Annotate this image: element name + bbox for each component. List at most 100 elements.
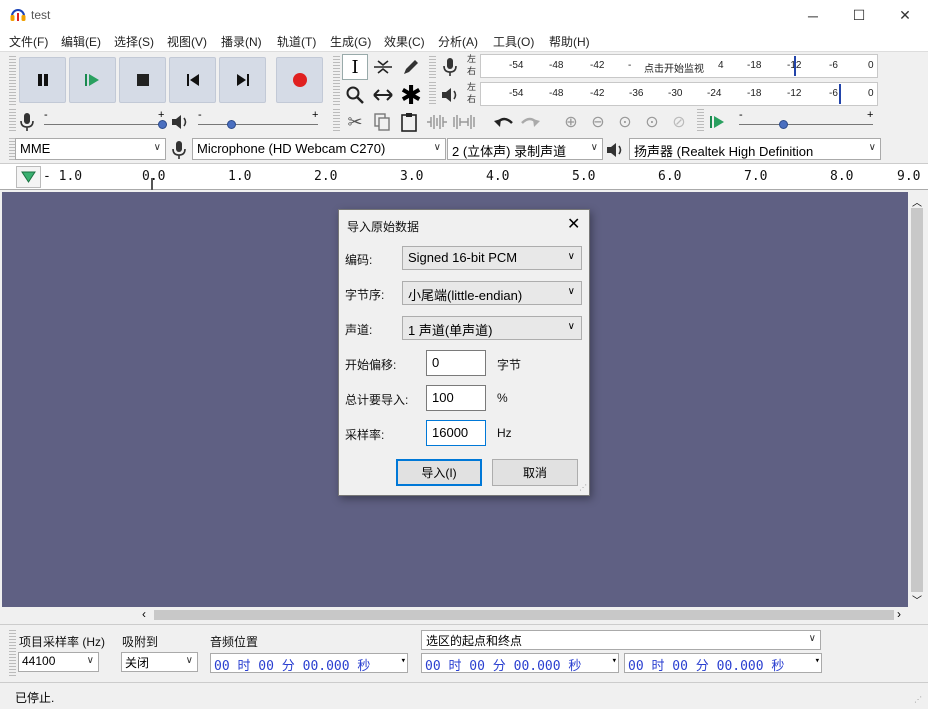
- resize-grip-icon[interactable]: ⋰: [579, 483, 587, 492]
- stop-button[interactable]: [119, 57, 166, 103]
- play-meter-grip[interactable]: [429, 82, 436, 104]
- scroll-right-icon[interactable]: ›: [897, 607, 901, 621]
- playback-volume-slider[interactable]: [198, 124, 318, 125]
- menu-edit[interactable]: 编辑(E): [61, 33, 101, 50]
- selection-tool[interactable]: I: [342, 54, 368, 80]
- zoom-in-button[interactable]: ⊕: [558, 109, 584, 135]
- channels-select[interactable]: 1 声道(单声道) ∨: [402, 316, 582, 340]
- rec-peak-marker: [794, 56, 796, 76]
- paste-button[interactable]: [396, 109, 422, 135]
- menu-tracks[interactable]: 轨道(T): [277, 33, 316, 50]
- fit-selection-button[interactable]: ⊙: [612, 109, 638, 135]
- silence-button[interactable]: [451, 109, 477, 135]
- zoom-toggle-icon: ⊘: [672, 114, 686, 131]
- start-offset-input[interactable]: 0: [426, 350, 486, 376]
- timeline-ruler[interactable]: - 1.0 0.0 1.0 2.0 3.0 4.0 5.0 6.0 7.0 8.…: [0, 163, 928, 190]
- playback-speed-slider[interactable]: [739, 124, 873, 125]
- audio-host-select[interactable]: MME ∨: [15, 138, 166, 160]
- vertical-scroll-thumb[interactable]: [911, 208, 923, 592]
- zoom-out-button[interactable]: ⊖: [585, 109, 611, 135]
- menu-help[interactable]: 帮助(H): [549, 33, 590, 50]
- playback-speed-knob[interactable]: [779, 120, 788, 129]
- skip-to-end-button[interactable]: [219, 57, 266, 103]
- close-window-button[interactable]: ✕: [882, 0, 928, 31]
- skip-to-start-button[interactable]: [169, 57, 216, 103]
- menu-effect[interactable]: 效果(C): [384, 33, 425, 50]
- project-rate-select[interactable]: 44100 ∨: [18, 652, 99, 672]
- magnifier-icon: [346, 86, 364, 104]
- speed-max: +: [867, 109, 874, 121]
- recording-channels-select[interactable]: 2 (立体声) 录制声道 ∨: [447, 138, 603, 160]
- play-volume-max: +: [312, 109, 319, 121]
- undo-button[interactable]: [491, 109, 517, 135]
- recording-volume-knob[interactable]: [158, 120, 167, 129]
- record-meter[interactable]: -54 -48 -42 - 点击开始监视 4 -18 -12 -6 0: [480, 54, 878, 78]
- time-format-dropdown-icon[interactable]: ▾: [612, 656, 617, 666]
- record-meter-button[interactable]: [437, 54, 463, 80]
- byte-order-select[interactable]: 小尾端(little-endian) ∨: [402, 281, 582, 305]
- import-button[interactable]: 导入(I): [396, 459, 482, 486]
- record-button[interactable]: [276, 57, 323, 103]
- cancel-button[interactable]: 取消: [492, 459, 578, 486]
- edit-toolbar-grip[interactable]: [333, 109, 340, 133]
- recording-device-select[interactable]: Microphone (HD Webcam C270) ∨: [192, 138, 446, 160]
- play-at-speed-grip[interactable]: [697, 109, 704, 133]
- horizontal-scrollbar[interactable]: ‹ ›: [2, 607, 908, 623]
- minimize-button[interactable]: ─: [790, 0, 836, 31]
- selection-start-time[interactable]: 00 时 00 分 00.000 秒 ▾: [421, 653, 619, 673]
- recording-volume-slider[interactable]: [44, 124, 164, 125]
- cut-button[interactable]: ✂: [342, 109, 368, 135]
- record-meter-grip[interactable]: [429, 56, 436, 78]
- maximize-button[interactable]: ☐: [836, 0, 882, 31]
- copy-icon: [374, 113, 390, 131]
- menu-transport[interactable]: 播录(N): [221, 33, 262, 50]
- selection-mode-select[interactable]: 选区的起点和终点 ∨: [421, 630, 821, 650]
- playback-meter[interactable]: -54 -48 -42 -36 -30 -24 -18 -12 -6 0: [480, 82, 878, 106]
- ruler-label: 6.0: [658, 169, 682, 184]
- scroll-down-icon[interactable]: ﹀: [912, 592, 922, 607]
- fit-project-button[interactable]: ⊙: [639, 109, 665, 135]
- window-resize-grip-icon[interactable]: ⋰: [914, 695, 922, 704]
- playback-volume-knob[interactable]: [227, 120, 236, 129]
- playback-device-select[interactable]: 扬声器 (Realtek High Definition ∨: [629, 138, 881, 160]
- redo-button[interactable]: [517, 109, 543, 135]
- snap-to-select[interactable]: 关闭 ∨: [121, 652, 198, 672]
- tools-toolbar-grip[interactable]: [333, 56, 340, 106]
- audio-position-time[interactable]: 00 时 00 分 00.000 秒 ▾: [210, 653, 408, 673]
- menu-tools[interactable]: 工具(O): [493, 33, 534, 50]
- draw-tool[interactable]: [398, 54, 424, 80]
- play-button[interactable]: [69, 57, 116, 103]
- menu-analyze[interactable]: 分析(A): [438, 33, 478, 50]
- menu-file[interactable]: 文件(F): [9, 33, 48, 50]
- copy-button[interactable]: [369, 109, 395, 135]
- horizontal-scroll-thumb[interactable]: [154, 610, 894, 620]
- encoding-select[interactable]: Signed 16-bit PCM ∨: [402, 246, 582, 270]
- multi-tool[interactable]: ✱: [398, 82, 424, 108]
- vertical-scrollbar[interactable]: ︿ ﹀: [908, 192, 926, 607]
- snap-to-label: 吸附到: [122, 635, 159, 649]
- play-at-speed-button[interactable]: [705, 109, 731, 135]
- pause-button[interactable]: [19, 57, 66, 103]
- time-format-dropdown-icon[interactable]: ▾: [401, 656, 406, 666]
- time-format-dropdown-icon[interactable]: ▾: [815, 656, 820, 666]
- sample-rate-input[interactable]: 16000: [426, 420, 486, 446]
- time-shift-tool[interactable]: [370, 82, 396, 108]
- transport-toolbar-grip[interactable]: [9, 56, 16, 106]
- mixer-toolbar-grip[interactable]: [9, 109, 16, 133]
- selection-toolbar-grip[interactable]: [9, 630, 16, 676]
- zoom-toggle-button[interactable]: ⊘: [666, 109, 692, 135]
- dialog-close-icon[interactable]: ✕: [567, 214, 580, 234]
- menu-generate[interactable]: 生成(G): [330, 33, 371, 50]
- pinned-play-head-button[interactable]: [16, 166, 41, 188]
- zoom-tool[interactable]: [342, 82, 368, 108]
- trim-button[interactable]: [424, 109, 450, 135]
- scroll-up-icon[interactable]: ︿: [912, 194, 922, 209]
- selection-end-time[interactable]: 00 时 00 分 00.000 秒 ▾: [624, 653, 822, 673]
- scroll-left-icon[interactable]: ‹: [142, 607, 146, 621]
- menu-select[interactable]: 选择(S): [114, 33, 154, 50]
- playback-device-value: 扬声器 (Realtek High Definition: [634, 144, 814, 159]
- menu-view[interactable]: 视图(V): [167, 33, 207, 50]
- amount-to-import-input[interactable]: 100: [426, 385, 486, 411]
- envelope-tool[interactable]: [370, 54, 396, 80]
- play-meter-button[interactable]: [437, 82, 463, 108]
